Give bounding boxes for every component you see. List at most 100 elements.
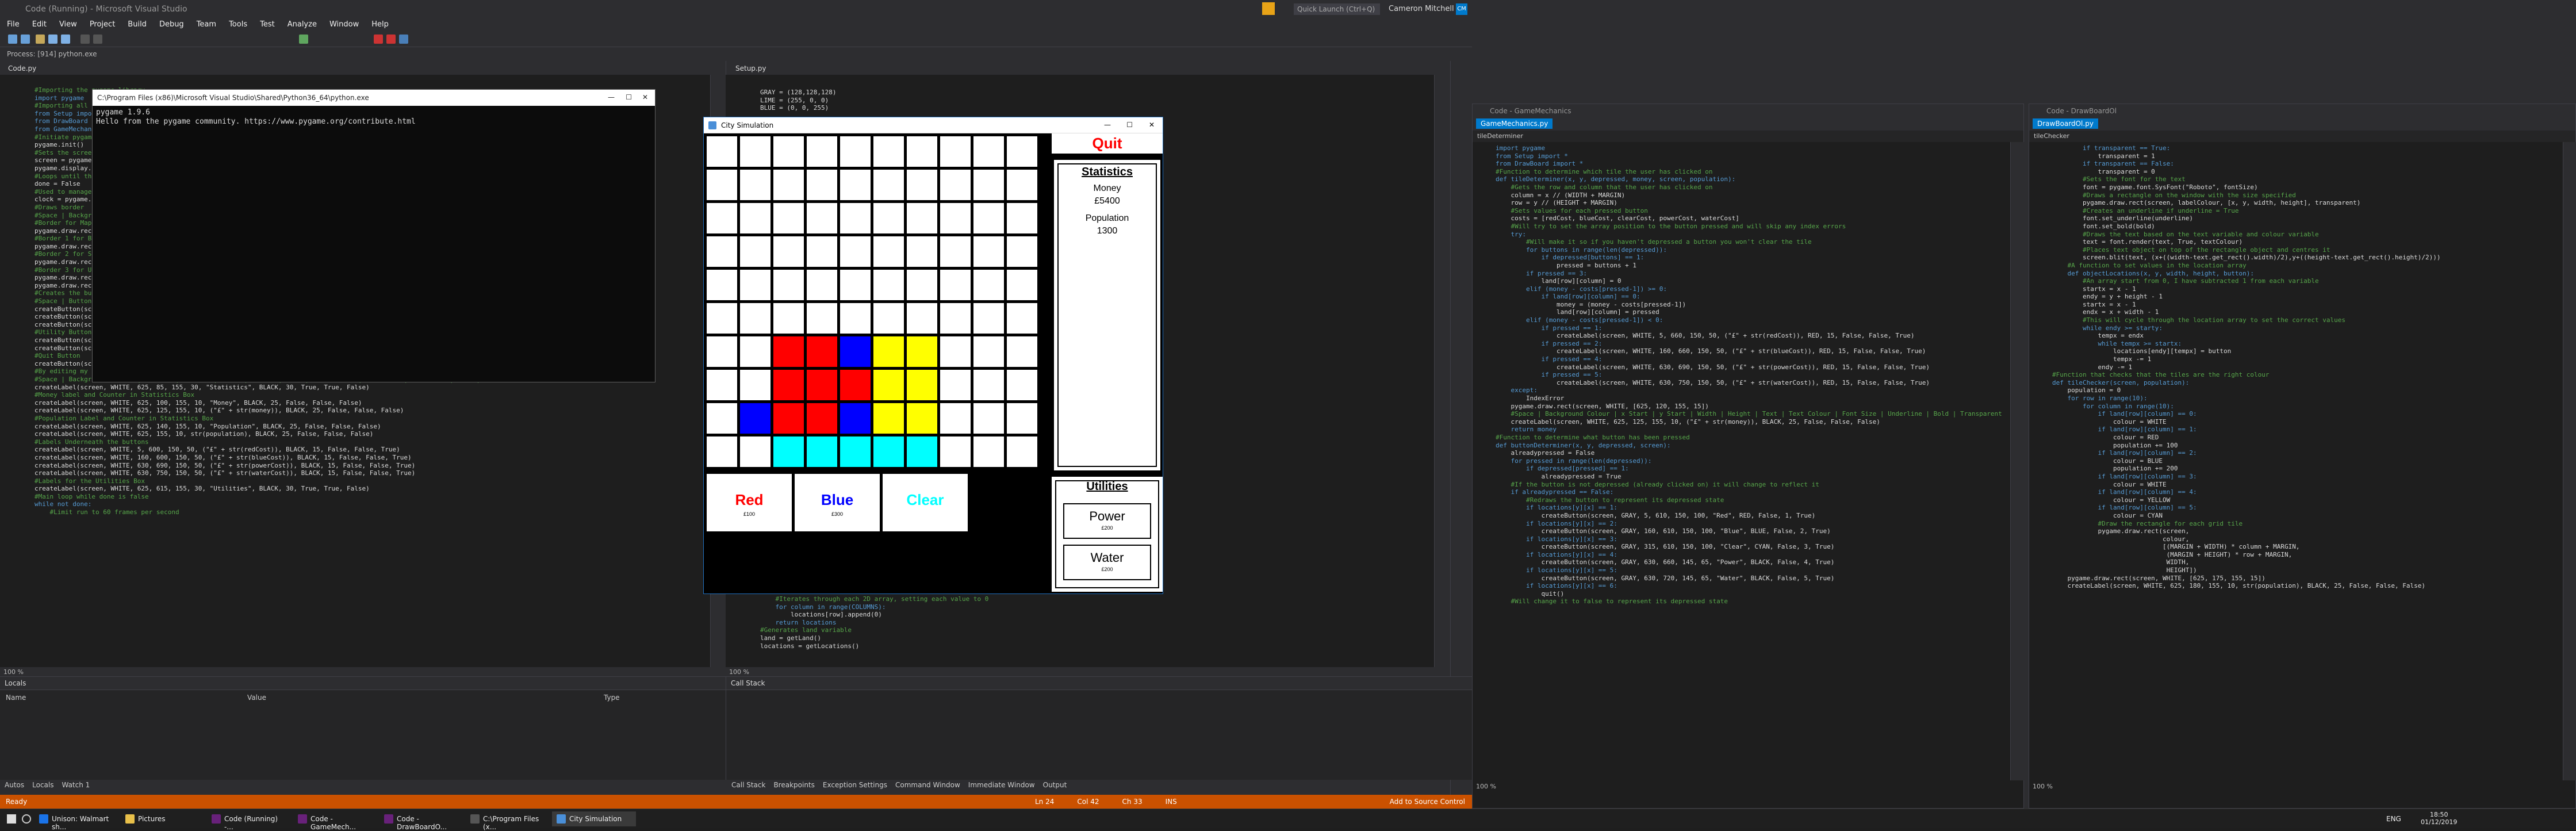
grid-tile[interactable]: [840, 403, 871, 434]
undo-icon[interactable]: [80, 35, 90, 44]
grid-tile[interactable]: [1007, 203, 1037, 233]
windows-start-icon[interactable]: [7, 814, 16, 824]
grid-tile[interactable]: [973, 336, 1004, 367]
grid-tile[interactable]: [940, 270, 971, 300]
taskbar-item[interactable]: C:\Program Files (x...: [466, 811, 550, 831]
grid-tile[interactable]: [907, 270, 937, 300]
grid-tile[interactable]: [740, 436, 770, 467]
grid-tile[interactable]: [773, 170, 804, 200]
menu-item-debug[interactable]: Debug: [159, 20, 184, 29]
gamemechanics-scrollbar[interactable]: [2010, 142, 2024, 780]
grid-tile[interactable]: [740, 336, 770, 367]
grid-tile[interactable]: [840, 336, 871, 367]
tab-command-window[interactable]: Command Window: [895, 781, 960, 789]
grid-tile[interactable]: [807, 370, 837, 400]
grid-tile[interactable]: [740, 303, 770, 334]
grid-tile[interactable]: [707, 136, 737, 167]
minimize-icon[interactable]: —: [608, 93, 615, 101]
grid-tile[interactable]: [707, 403, 737, 434]
grid-tile[interactable]: [973, 203, 1004, 233]
grid-tile[interactable]: [940, 336, 971, 367]
grid-tile[interactable]: [873, 336, 904, 367]
clear-button[interactable]: Clear: [883, 474, 968, 531]
grid-tile[interactable]: [840, 370, 871, 400]
grid-tile[interactable]: [973, 136, 1004, 167]
notification-flag-icon[interactable]: [1262, 2, 1275, 15]
grid-tile[interactable]: [940, 436, 971, 467]
red-button[interactable]: Red £100: [707, 474, 792, 531]
grid-tile[interactable]: [807, 236, 837, 267]
grid-tile[interactable]: [1007, 170, 1037, 200]
grid-tile[interactable]: [1007, 436, 1037, 467]
grid-tile[interactable]: [740, 370, 770, 400]
grid-tile[interactable]: [840, 270, 871, 300]
grid-tile[interactable]: [973, 436, 1004, 467]
grid-tile[interactable]: [740, 270, 770, 300]
taskbar-item[interactable]: Code - GameMech...: [293, 811, 377, 831]
grid-tile[interactable]: [773, 436, 804, 467]
grid-tile[interactable]: [973, 403, 1004, 434]
grid-tile[interactable]: [773, 370, 804, 400]
grid-tile[interactable]: [907, 403, 937, 434]
taskbar-item[interactable]: Unison: Walmart sh...: [34, 811, 118, 831]
grid-tile[interactable]: [1007, 270, 1037, 300]
grid-tile[interactable]: [940, 370, 971, 400]
grid-tile[interactable]: [940, 236, 971, 267]
tab-call-stack[interactable]: Call Stack: [731, 781, 765, 789]
grid-tile[interactable]: [740, 403, 770, 434]
grid-tile[interactable]: [707, 236, 737, 267]
grid-tile[interactable]: [940, 403, 971, 434]
grid-tile[interactable]: [873, 436, 904, 467]
menu-item-project[interactable]: Project: [90, 20, 115, 29]
search-icon[interactable]: [22, 814, 31, 824]
gamemechanics-nav[interactable]: tileDeterminer: [1473, 131, 2023, 142]
grid-tile[interactable]: [707, 370, 737, 400]
grid-tile[interactable]: [1007, 236, 1037, 267]
menu-item-edit[interactable]: Edit: [32, 20, 47, 29]
grid-tile[interactable]: [773, 136, 804, 167]
tab-locals[interactable]: Locals: [32, 781, 53, 789]
add-to-source-control[interactable]: Add to Source Control: [1390, 798, 1465, 806]
forward-icon[interactable]: [21, 35, 30, 44]
back-icon[interactable]: [8, 35, 17, 44]
grid-tile[interactable]: [807, 136, 837, 167]
gamemechanics-zoom[interactable]: 100 %: [1476, 783, 1496, 790]
menu-item-team[interactable]: Team: [197, 20, 216, 29]
gamemechanics-editor[interactable]: import pygame from Setup import * from Dra…: [1473, 142, 2010, 780]
pause-icon[interactable]: [399, 35, 408, 44]
grid-tile[interactable]: [873, 370, 904, 400]
grid-tile[interactable]: [907, 336, 937, 367]
redo-icon[interactable]: [93, 35, 102, 44]
grid-tile[interactable]: [907, 203, 937, 233]
tab-code-py[interactable]: Code.py: [3, 63, 41, 74]
taskbar-item[interactable]: City Simulation: [552, 811, 636, 826]
grid-tile[interactable]: [707, 270, 737, 300]
tab-output[interactable]: Output: [1043, 781, 1067, 789]
taskbar-item[interactable]: Code - DrawBoardO...: [379, 811, 463, 831]
grid-tile[interactable]: [1007, 303, 1037, 334]
minimize-icon[interactable]: —: [1104, 121, 1111, 129]
grid-tile[interactable]: [707, 336, 737, 367]
drawboard-zoom[interactable]: 100 %: [2033, 783, 2053, 790]
menu-item-view[interactable]: View: [59, 20, 77, 29]
grid-tile[interactable]: [707, 203, 737, 233]
mid-zoom[interactable]: 100 %: [729, 668, 749, 676]
tab-setup-py[interactable]: Setup.py: [731, 63, 770, 74]
tab-immediate-window[interactable]: Immediate Window: [968, 781, 1035, 789]
user-name[interactable]: Cameron Mitchell: [1389, 5, 1454, 13]
taskbar-item[interactable]: Pictures: [121, 811, 205, 826]
grid-tile[interactable]: [907, 170, 937, 200]
grid-tile[interactable]: [773, 203, 804, 233]
grid-tile[interactable]: [973, 236, 1004, 267]
grid-tile[interactable]: [840, 436, 871, 467]
stop-icon[interactable]: [374, 35, 383, 44]
process-selector[interactable]: Process: [914] python.exe: [7, 50, 97, 58]
taskbar-item[interactable]: Code (Running) -...: [207, 811, 291, 831]
grid-tile[interactable]: [1007, 370, 1037, 400]
left-zoom[interactable]: 100 %: [3, 668, 24, 676]
tab-exception-settings[interactable]: Exception Settings: [823, 781, 887, 789]
continue-icon[interactable]: [299, 35, 308, 44]
grid-tile[interactable]: [807, 303, 837, 334]
grid-tile[interactable]: [773, 303, 804, 334]
grid-tile[interactable]: [707, 170, 737, 200]
